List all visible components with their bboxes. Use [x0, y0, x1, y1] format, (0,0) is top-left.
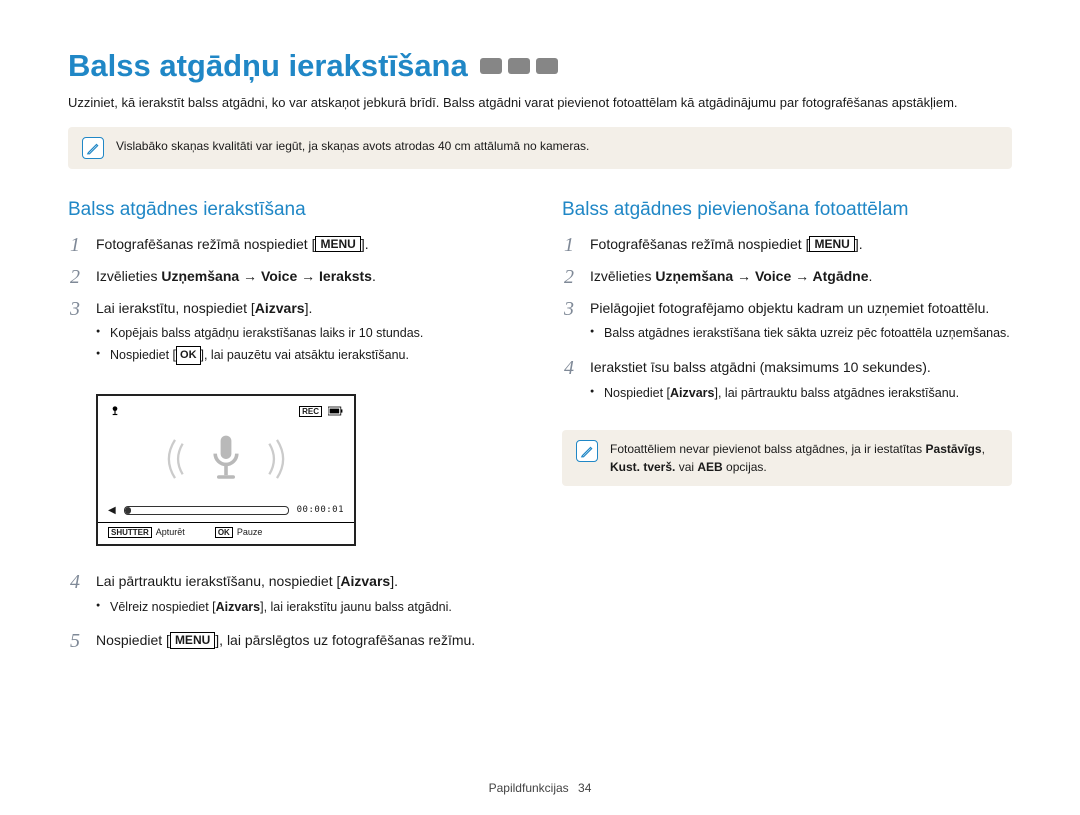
step-number: 2: [68, 267, 82, 287]
no-memo-callout: Fotoattēliem nevar pievienot balss atgād…: [562, 430, 1012, 486]
elapsed-time: 00:00:01: [297, 505, 344, 515]
left-step-2: 2 Izvēlieties Uzņemšana → Voice → Ieraks…: [68, 267, 518, 287]
step-number: 4: [68, 572, 82, 592]
microphone-icon: [205, 432, 247, 491]
right-step-2: 2 Izvēlieties Uzņemšana → Voice → Atgādn…: [562, 267, 1012, 287]
step1-pre: Fotografēšanas režīmā nospiediet [: [96, 236, 315, 252]
left-step-5: 5 Nospiediet [MENU], lai pārslēgtos uz f…: [68, 631, 518, 651]
step3-bold: Aizvars: [255, 300, 305, 316]
rstep4-note: Nospiediet [Aizvars], lai pārtrauktu bal…: [590, 384, 1012, 403]
step-number: 2: [562, 267, 576, 287]
step3-note2: Nospiediet [OK], lai pauzētu vai atsāktu…: [96, 346, 518, 365]
step4-pre: Lai pārtrauktu ierakstīšanu, nospiediet …: [96, 573, 340, 589]
sound-wave-left-icon: [155, 436, 195, 487]
right-step-1: 1 Fotografēšanas režīmā nospiediet [MENU…: [562, 235, 1012, 255]
right-step-4: 4 Ierakstiet īsu balss atgādni (maksimum…: [562, 358, 1012, 405]
recorder-panel: REC: [96, 394, 356, 546]
step5-pre: Nospiediet [: [96, 632, 170, 648]
battery-icon: [328, 406, 344, 418]
rec-label: REC: [299, 406, 322, 417]
step4-note: Vēlreiz nospiediet [Aizvars], lai ieraks…: [96, 598, 518, 617]
footer-section: Papildfunkcijas: [489, 781, 569, 795]
left-heading: Balss atgādnes ierakstīšana: [68, 199, 518, 221]
step3-post: ].: [305, 300, 313, 316]
left-step-4: 4 Lai pārtrauktu ierakstīšanu, nospiedie…: [68, 572, 518, 619]
step3-note1: Kopējais balss atgādņu ierakstīšanas lai…: [96, 324, 518, 343]
menu-button-label: MENU: [170, 632, 215, 648]
step-number: 1: [68, 235, 82, 255]
callout-text: Vislabāko skaņas kvalitāti var iegūt, ja…: [116, 137, 589, 155]
progress-bar: [124, 506, 289, 515]
footer-page-number: 34: [578, 781, 591, 795]
step2-post: .: [372, 268, 376, 284]
note-icon: [576, 440, 598, 462]
stop-label: Apturēt: [156, 527, 185, 537]
step5-post: ], lai pārslēgtos uz fotografēšanas režī…: [215, 632, 475, 648]
right-column: Balss atgādnes pievienošana fotoattēlam …: [562, 199, 1012, 651]
menu-button-label: MENU: [315, 236, 360, 252]
step1-post: ].: [361, 236, 369, 252]
mode-icon-2: [508, 58, 530, 74]
note-icon: [82, 137, 104, 159]
progress-start-icon: ◀: [108, 505, 116, 516]
step3-pre: Lai ierakstītu, nospiediet [: [96, 300, 255, 316]
bottom-callout-text: Fotoattēliem nevar pievienot balss atgād…: [610, 440, 998, 476]
page-title: Balss atgādņu ierakstīšana: [68, 48, 1012, 84]
right-step-3: 3 Pielāgojiet fotografējamo objektu kadr…: [562, 299, 1012, 346]
step-number: 3: [68, 299, 82, 319]
mode-icon-3: [536, 58, 558, 74]
left-step-3: 3 Lai ierakstītu, nospiediet [Aizvars]. …: [68, 299, 518, 368]
intro-text: Uzziniet, kā ierakstīt balss atgādni, ko…: [68, 94, 1012, 113]
step4-post: ].: [390, 573, 398, 589]
mic-indicator-icon: [108, 404, 122, 420]
right-heading: Balss atgādnes pievienošana fotoattēlam: [562, 199, 1012, 221]
mode-icon-1: [480, 58, 502, 74]
sound-wave-right-icon: [257, 436, 297, 487]
step2-bold: Uzņemšana → Voice → Ieraksts: [161, 268, 372, 284]
page-footer: Papildfunkcijas 34: [0, 781, 1080, 795]
rstep3-note: Balss atgādnes ierakstīšana tiek sākta u…: [590, 324, 1012, 343]
step-number: 3: [562, 299, 576, 319]
sound-quality-callout: Vislabāko skaņas kvalitāti var iegūt, ja…: [68, 127, 1012, 169]
pause-label: Pauze: [237, 527, 263, 537]
step2-pre: Izvēlieties: [96, 268, 161, 284]
step-number: 5: [68, 631, 82, 651]
shutter-tag: SHUTTER: [108, 527, 152, 538]
step-number: 4: [562, 358, 576, 378]
left-step-1: 1 Fotografēšanas režīmā nospiediet [MENU…: [68, 235, 518, 255]
page-title-text: Balss atgādņu ierakstīšana: [68, 48, 468, 84]
mode-icons: [480, 58, 558, 74]
left-column: Balss atgādnes ierakstīšana 1 Fotografēš…: [68, 199, 518, 651]
ok-tag: OK: [215, 527, 233, 538]
ok-button-label: OK: [176, 346, 201, 365]
step4-bold: Aizvars: [340, 573, 390, 589]
step-number: 1: [562, 235, 576, 255]
menu-button-label: MENU: [809, 236, 854, 252]
